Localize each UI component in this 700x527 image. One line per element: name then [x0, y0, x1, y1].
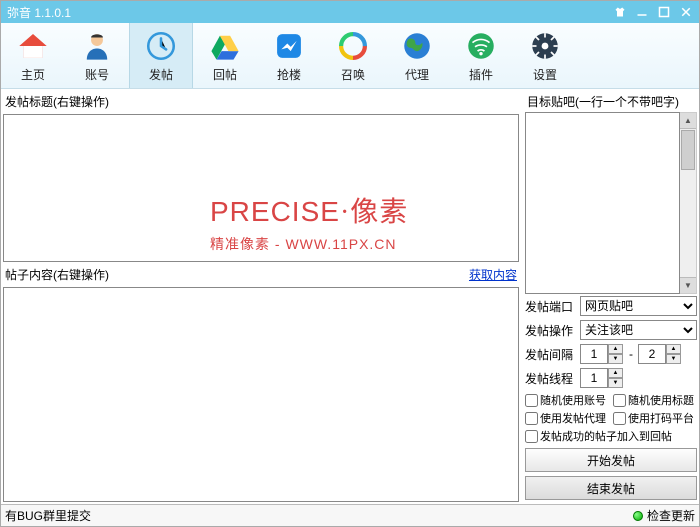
tab-home[interactable]: 主页: [1, 23, 65, 88]
post-action-label: 发帖操作: [525, 322, 577, 339]
statusbar: 有BUG群里提交 检查更新: [1, 504, 699, 526]
interval-max-spinner[interactable]: ▲▼: [638, 344, 682, 364]
spin-up-icon[interactable]: ▲: [608, 368, 623, 378]
scroll-down-icon[interactable]: ▼: [680, 277, 696, 293]
tab-label: 代理: [405, 66, 429, 83]
target-label: 目标贴吧(一行一个不带吧字): [525, 91, 697, 112]
content-area: 发帖标题(右键操作) 帖子内容(右键操作) 获取内容 目标贴吧(一行一个不带吧字…: [1, 89, 699, 504]
titlebar: 弥音 1.1.0.1: [1, 1, 699, 23]
check-rand-account[interactable]: 随机使用账号: [525, 392, 609, 408]
scroll-thumb[interactable]: [681, 130, 695, 170]
spin-up-icon[interactable]: ▲: [666, 344, 681, 354]
home-icon: [16, 29, 50, 63]
drive-icon: [208, 29, 242, 63]
get-content-link[interactable]: 获取内容: [469, 266, 517, 283]
post-title-input[interactable]: [3, 114, 519, 262]
tab-proxy[interactable]: 代理: [385, 23, 449, 88]
interval-label: 发帖间隔: [525, 346, 577, 363]
tab-label: 账号: [85, 66, 109, 83]
bug-report-text: 有BUG群里提交: [5, 507, 633, 524]
left-pane: 发帖标题(右键操作) 帖子内容(右键操作) 获取内容: [1, 89, 523, 504]
tab-label: 回帖: [213, 66, 237, 83]
post-port-label: 发帖端口: [525, 298, 577, 315]
stop-post-button[interactable]: 结束发帖: [525, 476, 697, 500]
tab-label: 主页: [21, 66, 45, 83]
check-add-reply[interactable]: 发帖成功的帖子加入到回帖: [525, 428, 697, 444]
title-label: 发帖标题(右键操作): [3, 91, 519, 112]
tab-grab[interactable]: 抢楼: [257, 23, 321, 88]
gear-icon: [528, 29, 562, 63]
spin-down-icon[interactable]: ▼: [608, 378, 623, 388]
start-post-button[interactable]: 开始发帖: [525, 448, 697, 472]
globe-icon: [400, 29, 434, 63]
threads-input[interactable]: [580, 368, 608, 388]
tab-label: 发帖: [149, 66, 173, 83]
target-area: ▲ ▼: [525, 112, 697, 294]
tab-reply[interactable]: 回帖: [193, 23, 257, 88]
options-checks: 随机使用账号 随机使用标题 使用发帖代理 使用打码平台 发帖成功的帖子加入到回帖: [525, 390, 697, 446]
maximize-button[interactable]: [657, 5, 671, 19]
threads-spinner[interactable]: ▲▼: [580, 368, 624, 388]
interval-min-spinner[interactable]: ▲▼: [580, 344, 624, 364]
scroll-up-icon[interactable]: ▲: [680, 113, 696, 129]
tab-label: 插件: [469, 66, 493, 83]
right-pane: 目标贴吧(一行一个不带吧字) ▲ ▼ 发帖端口 网页贴吧 发帖操作 关注该吧 发…: [523, 89, 699, 504]
tab-settings[interactable]: 设置: [513, 23, 577, 88]
tab-label: 召唤: [341, 66, 365, 83]
tab-account[interactable]: 账号: [65, 23, 129, 88]
wifi-icon: [464, 29, 498, 63]
window-buttons: [613, 5, 693, 19]
tab-post[interactable]: 发帖: [129, 23, 193, 88]
threads-label: 发帖线程: [525, 370, 577, 387]
tab-summon[interactable]: 召唤: [321, 23, 385, 88]
dash: -: [627, 347, 635, 361]
window-title: 弥音 1.1.0.1: [7, 4, 613, 21]
scrollbar[interactable]: ▲ ▼: [680, 112, 697, 294]
post-content-input[interactable]: [3, 287, 519, 502]
spin-down-icon[interactable]: ▼: [666, 354, 681, 364]
user-icon: [80, 29, 114, 63]
post-port-select[interactable]: 网页贴吧: [580, 296, 697, 316]
interval-max-input[interactable]: [638, 344, 666, 364]
post-action-select[interactable]: 关注该吧: [580, 320, 697, 340]
status-led-icon: [633, 511, 643, 521]
check-use-coding[interactable]: 使用打码平台: [613, 410, 697, 426]
check-use-proxy[interactable]: 使用发帖代理: [525, 410, 609, 426]
update-area[interactable]: 检查更新: [633, 507, 695, 524]
circle-icon: [336, 29, 370, 63]
spin-up-icon[interactable]: ▲: [608, 344, 623, 354]
minimize-button[interactable]: [635, 5, 649, 19]
target-bar-input[interactable]: [525, 112, 680, 294]
messenger-icon: [272, 29, 306, 63]
spin-down-icon[interactable]: ▼: [608, 354, 623, 364]
close-button[interactable]: [679, 5, 693, 19]
clock-icon: [144, 29, 178, 63]
check-rand-title[interactable]: 随机使用标题: [613, 392, 697, 408]
tab-label: 设置: [533, 66, 557, 83]
check-update-text: 检查更新: [647, 507, 695, 524]
skin-icon[interactable]: [613, 5, 627, 19]
tab-label: 抢楼: [277, 66, 301, 83]
main-toolbar: 主页 账号 发帖 回帖 抢楼 召唤 代理 插件 设置: [1, 23, 699, 89]
interval-min-input[interactable]: [580, 344, 608, 364]
tab-plugin[interactable]: 插件: [449, 23, 513, 88]
content-label: 帖子内容(右键操作) 获取内容: [3, 264, 519, 285]
